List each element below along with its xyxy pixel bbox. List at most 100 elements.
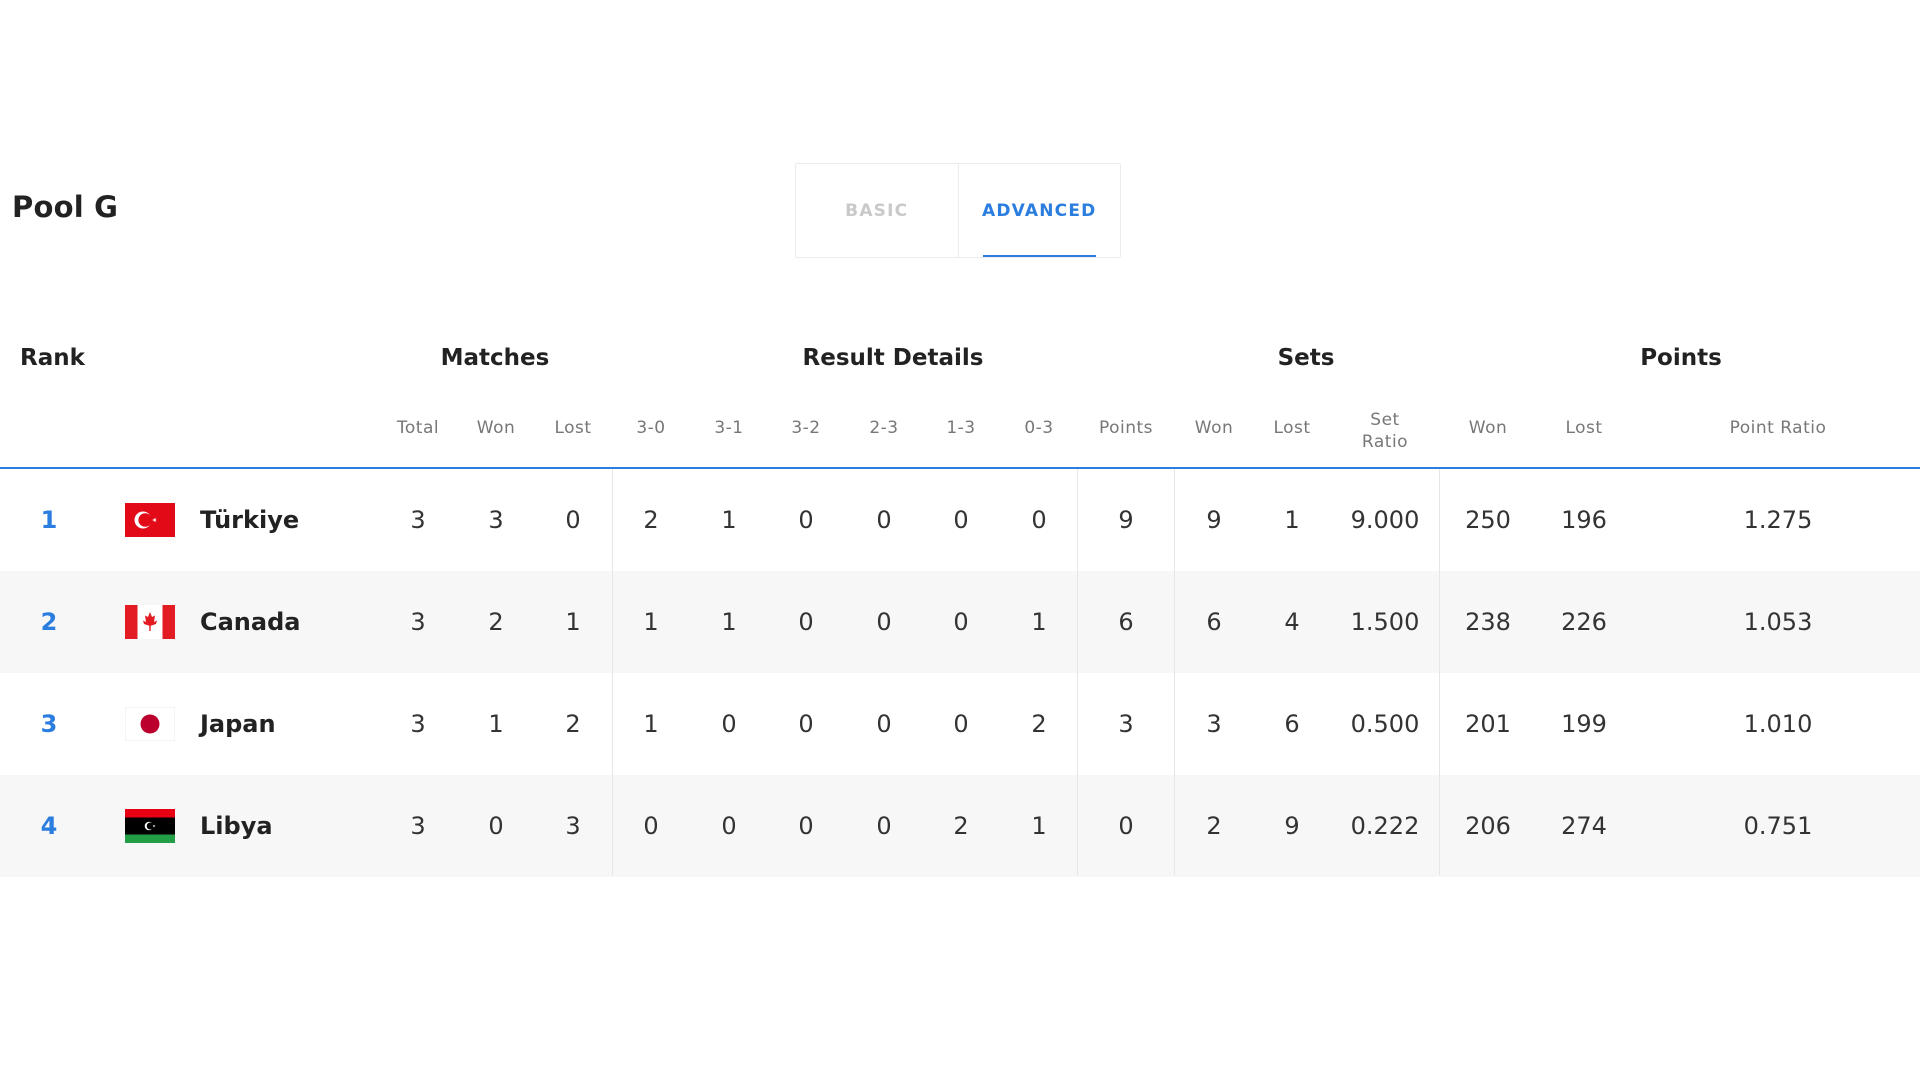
col-header-points: Points <box>1098 418 1154 438</box>
cell-r32: 0 <box>798 506 814 534</box>
cell-r30: 1 <box>643 710 659 738</box>
cell-total: 3 <box>410 608 426 636</box>
cell-total: 3 <box>410 812 426 840</box>
cell-r03: 2 <box>1031 710 1047 738</box>
cell-r32: 0 <box>798 812 814 840</box>
table-row: 2 Canada 3 2 1 1 1 0 0 0 1 6 6 4 1.500 238 226 1.053 <box>0 571 1920 673</box>
cell-won: 0 <box>488 812 504 840</box>
cell-won: 3 <box>488 506 504 534</box>
col-header-set-ratio-line1: Set <box>1370 410 1400 430</box>
rank-number: 3 <box>40 710 58 738</box>
group-header-sets: Sets <box>1277 345 1335 371</box>
col-header-3-2: 3-2 <box>791 418 821 438</box>
cell-r13: 0 <box>953 608 969 636</box>
cell-lost: 1 <box>565 608 581 636</box>
cell-pts-lost: 274 <box>1561 812 1607 840</box>
table-row: 3 Japan 3 1 2 1 0 0 0 0 2 3 3 6 0.500 201 199 1.010 <box>0 673 1920 775</box>
cell-points: 6 <box>1118 608 1134 636</box>
cell-sets-won: 9 <box>1206 506 1222 534</box>
rank-number: 2 <box>40 608 58 636</box>
cell-sets-lost: 6 <box>1284 710 1300 738</box>
cell-total: 3 <box>410 506 426 534</box>
cell-won: 1 <box>488 710 504 738</box>
cell-sets-won: 6 <box>1206 608 1222 636</box>
col-header-points-won: Won <box>1468 418 1508 438</box>
cell-r23: 0 <box>876 710 892 738</box>
cell-set-ratio: 0.500 <box>1350 710 1420 738</box>
cell-r30: 0 <box>643 812 659 840</box>
cell-sets-lost: 9 <box>1284 812 1300 840</box>
cell-r31: 0 <box>721 710 737 738</box>
group-header-rank: Rank <box>20 345 85 371</box>
cell-points: 9 <box>1118 506 1134 534</box>
cell-sets-lost: 4 <box>1284 608 1300 636</box>
col-header-set-ratio-line2: Ratio <box>1361 432 1409 452</box>
pool-title: Pool G <box>12 190 119 224</box>
col-header-sets-won: Won <box>1194 418 1234 438</box>
cell-r31: 0 <box>721 812 737 840</box>
rank-number: 4 <box>40 812 58 840</box>
cell-pts-lost: 226 <box>1561 608 1607 636</box>
col-header-set-ratio: Set Ratio <box>1362 409 1408 453</box>
cell-r30: 2 <box>643 506 659 534</box>
tab-advanced[interactable]: ADVANCED <box>959 164 1121 257</box>
cell-point-ratio: 1.275 <box>1743 506 1813 534</box>
cell-lost: 2 <box>565 710 581 738</box>
cell-pts-won: 238 <box>1465 608 1511 636</box>
cell-set-ratio: 1.500 <box>1350 608 1420 636</box>
col-header-point-ratio: Point Ratio <box>1729 418 1827 438</box>
cell-r23: 0 <box>876 812 892 840</box>
cell-r13: 2 <box>953 812 969 840</box>
cell-won: 2 <box>488 608 504 636</box>
col-header-sets-lost: Lost <box>1273 418 1311 438</box>
cell-r13: 0 <box>953 710 969 738</box>
rank-number: 1 <box>40 506 58 534</box>
column-divider <box>1077 469 1078 875</box>
tab-basic[interactable]: BASIC <box>796 164 959 257</box>
column-divider <box>1174 469 1175 875</box>
cell-pts-won: 201 <box>1465 710 1511 738</box>
team-name[interactable]: Libya <box>200 812 273 840</box>
cell-sets-won: 3 <box>1206 710 1222 738</box>
cell-sets-won: 2 <box>1206 812 1222 840</box>
cell-r13: 0 <box>953 506 969 534</box>
cell-set-ratio: 9.000 <box>1350 506 1420 534</box>
col-header-won: Won <box>476 418 516 438</box>
cell-total: 3 <box>410 710 426 738</box>
cell-r03: 0 <box>1031 506 1047 534</box>
cell-lost: 3 <box>565 812 581 840</box>
group-header-result-details: Result Details <box>802 345 984 371</box>
team-name[interactable]: Canada <box>200 608 300 636</box>
cell-lost: 0 <box>565 506 581 534</box>
cell-set-ratio: 0.222 <box>1350 812 1420 840</box>
table-row: 4 Libya 3 0 3 0 0 0 0 2 1 0 2 9 0.222 206 274 0.751 <box>0 775 1920 877</box>
col-header-2-3: 2-3 <box>869 418 899 438</box>
team-name[interactable]: Türkiye <box>200 506 299 534</box>
cell-points: 0 <box>1118 812 1134 840</box>
turkey-flag-icon <box>125 503 175 537</box>
group-header-matches: Matches <box>440 345 550 371</box>
col-header-3-0: 3-0 <box>636 418 666 438</box>
column-divider <box>1439 469 1440 875</box>
cell-r03: 1 <box>1031 608 1047 636</box>
col-header-3-1: 3-1 <box>714 418 744 438</box>
cell-r03: 1 <box>1031 812 1047 840</box>
table-row: 1 Türkiye 3 3 0 2 1 0 0 0 0 9 9 1 9.000 250 196 1.275 <box>0 469 1920 571</box>
cell-sets-lost: 1 <box>1284 506 1300 534</box>
cell-r32: 0 <box>798 608 814 636</box>
cell-pts-won: 206 <box>1465 812 1511 840</box>
japan-flag-icon <box>124 706 176 742</box>
col-header-1-3: 1-3 <box>946 418 976 438</box>
cell-point-ratio: 1.053 <box>1743 608 1813 636</box>
cell-r23: 0 <box>876 506 892 534</box>
col-header-0-3: 0-3 <box>1024 418 1054 438</box>
cell-r30: 1 <box>643 608 659 636</box>
cell-r31: 1 <box>721 506 737 534</box>
cell-point-ratio: 0.751 <box>1743 812 1813 840</box>
cell-pts-lost: 196 <box>1561 506 1607 534</box>
canada-flag-icon <box>125 605 175 639</box>
team-name[interactable]: Japan <box>200 710 276 738</box>
cell-pts-lost: 199 <box>1561 710 1607 738</box>
cell-points: 3 <box>1118 710 1134 738</box>
cell-point-ratio: 1.010 <box>1743 710 1813 738</box>
